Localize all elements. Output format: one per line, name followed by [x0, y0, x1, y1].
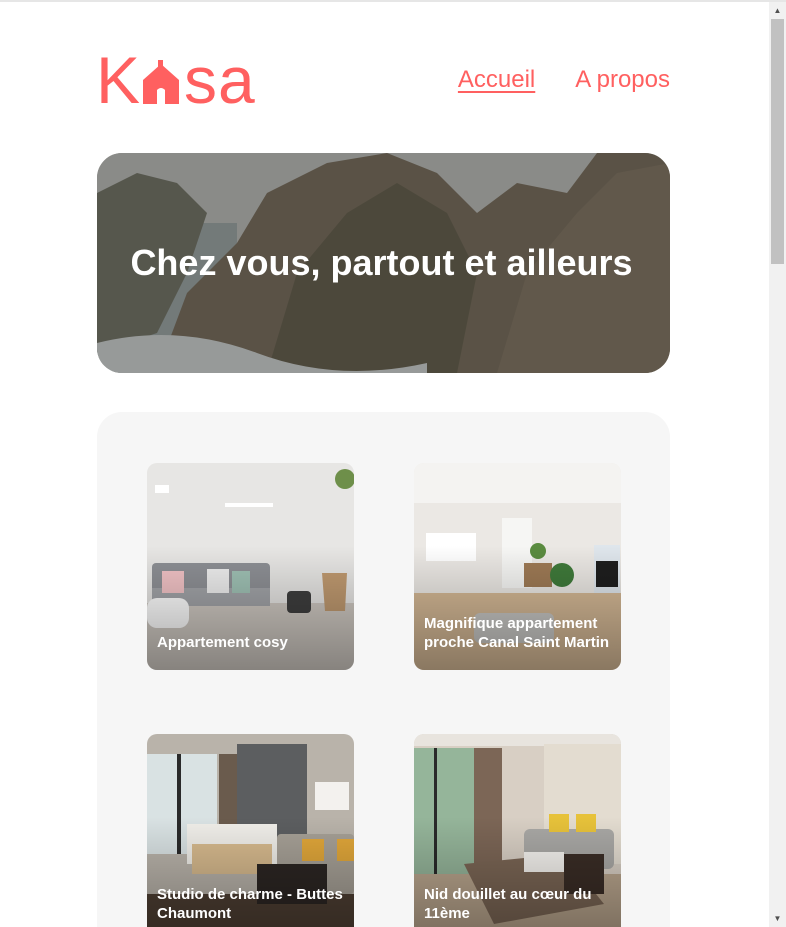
page-viewport: K sa Accueil A propos Chez vous, partout… [0, 2, 769, 927]
page-scrollbar[interactable]: ▲ ▼ [769, 2, 786, 927]
logo-letter-k: K [96, 43, 140, 117]
listing-card[interactable]: Appartement cosy [147, 463, 354, 670]
kasa-logo[interactable]: K sa [96, 43, 256, 117]
nav-link-a-propos[interactable]: A propos [575, 66, 670, 94]
listing-card-title: Appartement cosy [157, 634, 288, 651]
listing-card-title: Magnifique appartement proche Canal Sain… [424, 615, 610, 651]
logo-letters-sa: sa [184, 43, 256, 117]
listing-card[interactable]: Magnifique appartement proche Canal Sain… [414, 463, 621, 670]
house-icon [143, 60, 180, 104]
main-nav: Accueil A propos [458, 66, 670, 94]
listings-gallery: Appartement cosy Magnifique appartement … [97, 412, 670, 927]
banner-title: Chez vous, partout et ailleurs [130, 242, 633, 283]
site-header: K sa Accueil A propos [96, 43, 670, 117]
scrollbar-thumb[interactable] [771, 19, 784, 264]
listing-card[interactable]: Studio de charme - Buttes Chaumont [147, 734, 354, 927]
listing-card[interactable]: Nid douillet au cœur du 11ème [414, 734, 621, 927]
scroll-up-arrow-icon[interactable]: ▲ [769, 2, 786, 19]
hero-banner: Chez vous, partout et ailleurs [97, 153, 670, 373]
listing-card-title: Studio de charme - Buttes Chaumont [157, 886, 343, 922]
listing-card-title: Nid douillet au cœur du 11ème [424, 886, 592, 922]
scroll-down-arrow-icon[interactable]: ▼ [769, 910, 786, 927]
nav-link-accueil[interactable]: Accueil [458, 66, 535, 94]
